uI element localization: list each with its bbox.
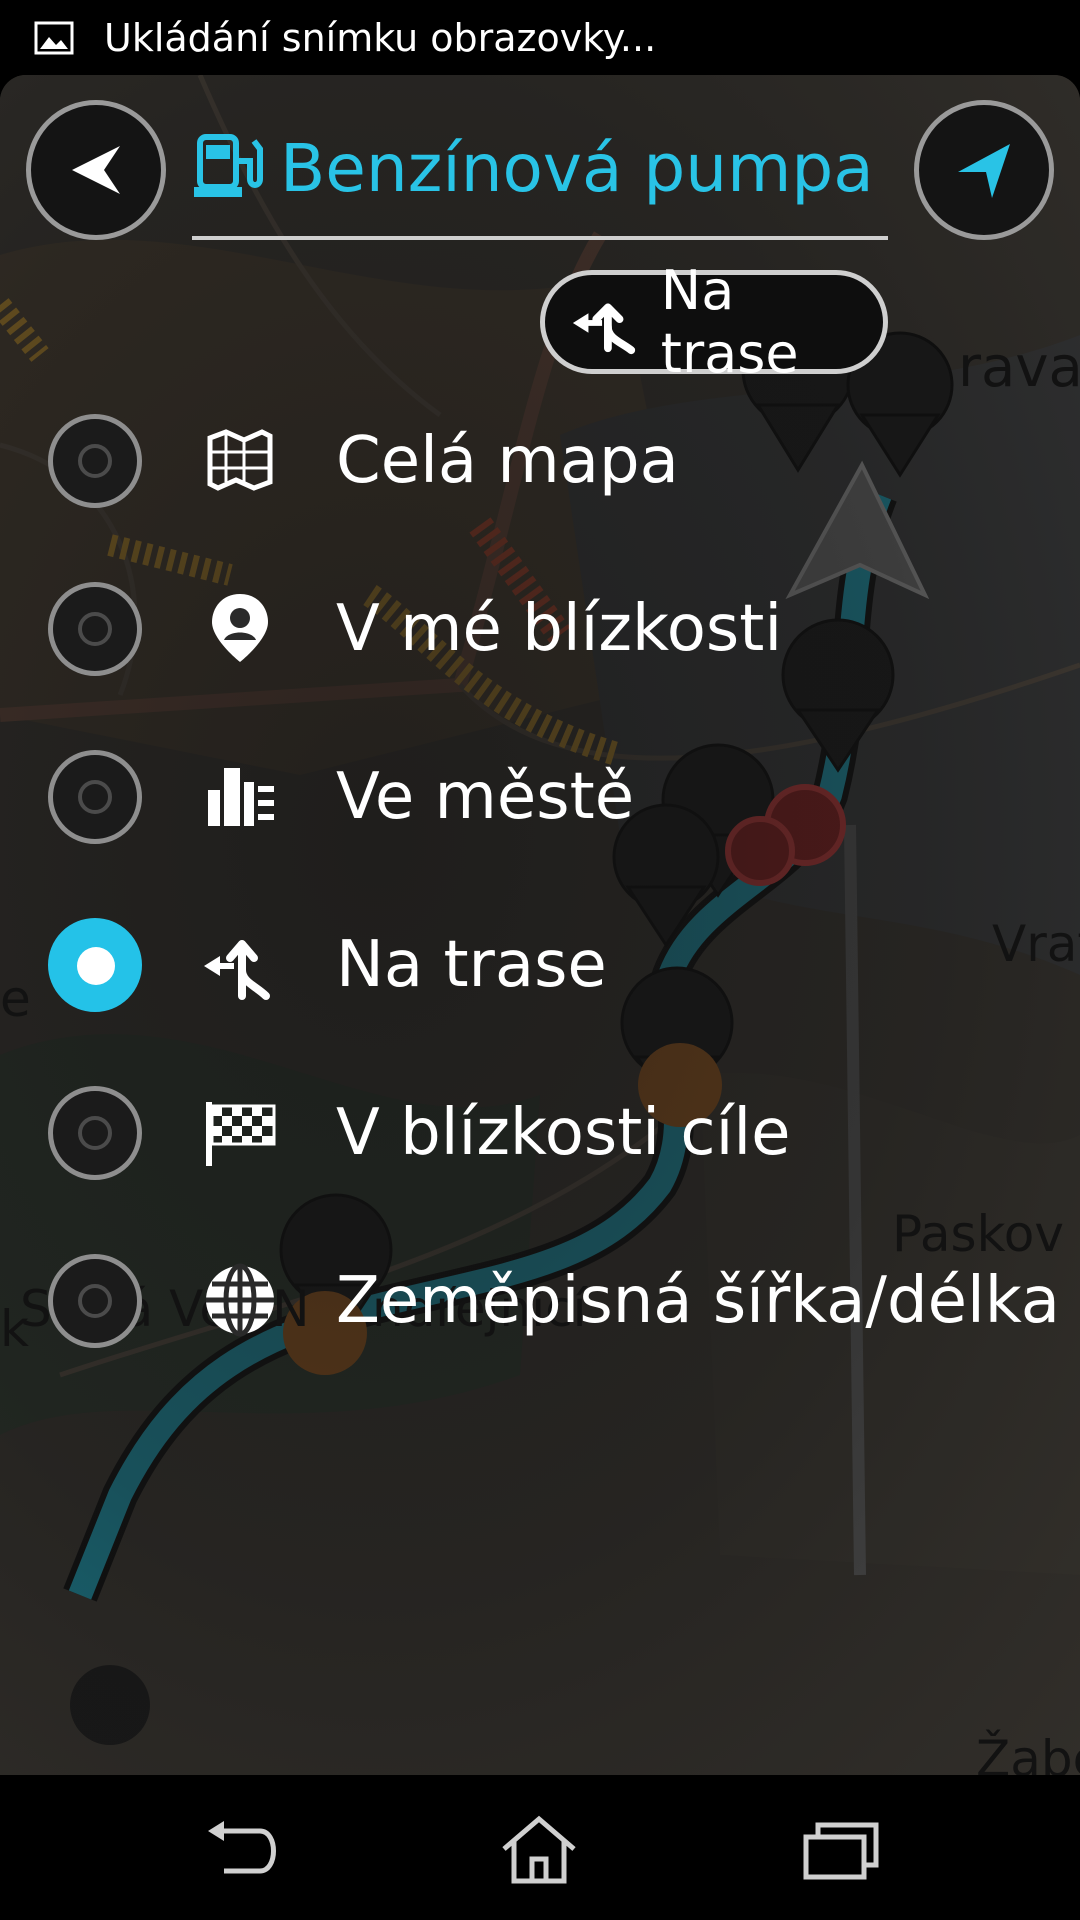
option-label: Celá mapa [336, 424, 679, 498]
search-category-title[interactable]: Benzínová pumpa [192, 100, 888, 240]
option-label: V blízkosti cíle [336, 1096, 791, 1170]
finish-flag-icon [206, 1102, 276, 1166]
option-whole-map[interactable]: Celá mapa [0, 390, 1080, 530]
map-icon [207, 429, 273, 491]
map-label-zabeh: Žabe [976, 1730, 1080, 1775]
option-near-me[interactable]: V mé blízkosti [0, 558, 1080, 698]
radio-button[interactable] [48, 414, 142, 508]
system-navigation-bar [0, 1775, 1080, 1920]
option-label: Ve městě [336, 760, 635, 834]
nav-recents-icon[interactable] [796, 1815, 886, 1885]
option-in-city[interactable]: Ve městě [0, 726, 1080, 866]
navigation-arrow-icon [958, 144, 1010, 198]
option-label: V mé blízkosti [336, 592, 783, 666]
city-icon [208, 768, 274, 826]
nav-back-icon[interactable] [200, 1815, 290, 1885]
along-route-icon [572, 303, 636, 355]
status-bar: Ukládání snímku obrazovky... [0, 0, 1080, 75]
radio-button[interactable] [48, 750, 142, 844]
back-arrow-icon [72, 146, 120, 194]
location-pin-icon [212, 594, 268, 662]
radio-button-selected[interactable] [48, 918, 142, 1012]
image-icon [34, 21, 74, 54]
radio-button[interactable] [48, 1086, 142, 1180]
option-near-destination[interactable]: V blízkosti cíle [0, 1062, 1080, 1202]
nav-home-icon[interactable] [494, 1815, 584, 1885]
along-route-icon [204, 940, 270, 1000]
navigation-button[interactable] [914, 100, 1054, 240]
option-label: Na trase [336, 928, 607, 1002]
page-title: Benzínová pumpa [280, 129, 874, 207]
globe-icon [206, 1263, 274, 1337]
fuel-pump-icon [194, 134, 263, 197]
option-along-route[interactable]: Na trase [0, 894, 1080, 1034]
back-button[interactable] [26, 100, 166, 240]
radio-button[interactable] [48, 1254, 142, 1348]
current-filter-label: Na trase [660, 259, 799, 385]
option-label: Zeměpisná šířka/délka [336, 1264, 1060, 1338]
option-lat-long[interactable]: Zeměpisná šířka/délka [0, 1230, 1080, 1370]
current-filter-chip[interactable]: Na trase [540, 259, 888, 385]
radio-button[interactable] [48, 582, 142, 676]
notification-text: Ukládání snímku obrazovky... [104, 15, 657, 60]
